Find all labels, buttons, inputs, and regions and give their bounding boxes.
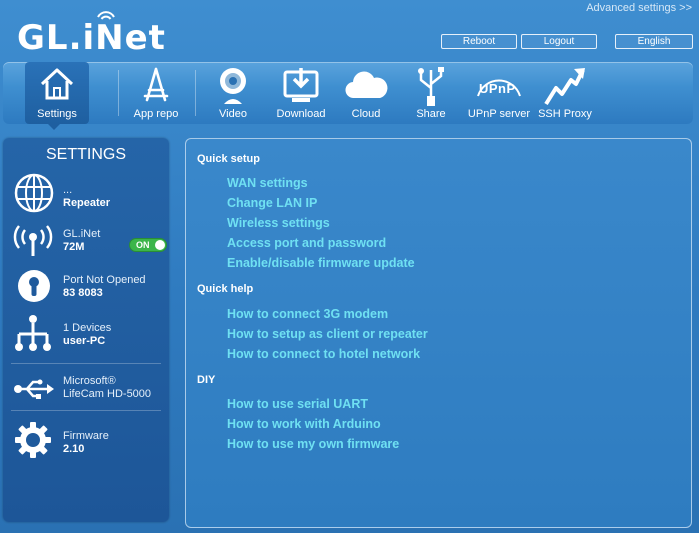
sidebar-item-wifi[interactable]: GL.iNet 72M ON — [3, 224, 169, 260]
device-name: user-PC — [63, 335, 106, 347]
network-devices-icon — [15, 315, 51, 351]
nav-upnp-server[interactable]: UPnP UPnP server — [465, 62, 533, 124]
toggle-knob — [155, 240, 165, 250]
sidebar-item-devices[interactable]: 1 Devices user-PC — [3, 314, 169, 352]
nav-cloud-label: Cloud — [351, 108, 381, 120]
usb-share-icon — [418, 67, 444, 106]
internet-status-line1: ... — [63, 184, 73, 196]
main-nav-bar: Settings App repo Video Download Cloud S… — [3, 62, 693, 124]
wifi-toggle-label: ON — [136, 240, 150, 250]
reboot-button[interactable]: Reboot — [441, 34, 517, 49]
wifi-speed: 72M — [63, 241, 85, 253]
main-content-panel: Quick setup WAN settings Change LAN IP W… — [185, 138, 692, 528]
nav-app-repo-label: App repo — [133, 108, 179, 120]
language-button[interactable]: English — [615, 34, 693, 49]
nav-video[interactable]: Video — [208, 62, 258, 124]
link-own-firmware[interactable]: How to use my own firmware — [227, 437, 399, 451]
link-client-repeater[interactable]: How to setup as client or repeater — [227, 327, 428, 341]
port-status: Port Not Opened — [63, 274, 146, 286]
nav-active-pointer — [48, 124, 60, 130]
link-serial-uart[interactable]: How to use serial UART — [227, 397, 368, 411]
cloud-icon — [345, 71, 388, 99]
usb-icon — [14, 379, 54, 399]
house-icon — [40, 68, 74, 100]
app-repo-icon — [143, 67, 169, 102]
nav-download[interactable]: Download — [271, 62, 331, 124]
link-connect-3g-modem[interactable]: How to connect 3G modem — [227, 307, 388, 321]
sidebar-item-internet[interactable]: ... Repeater — [3, 172, 169, 214]
nav-cloud[interactable]: Cloud — [341, 62, 391, 124]
link-access-port-password[interactable]: Access port and password — [227, 236, 386, 250]
ssh-proxy-icon — [544, 68, 585, 106]
nav-ssh-proxy[interactable]: SSH Proxy — [533, 62, 597, 124]
firmware-label: Firmware — [63, 430, 109, 442]
sidebar-divider — [11, 363, 161, 364]
logo-text: GL.iNet — [17, 18, 166, 58]
devices-count: 1 Devices — [63, 322, 112, 334]
wifi-ssid: GL.iNet — [63, 228, 101, 240]
nav-ssh-proxy-label: SSH Proxy — [538, 108, 592, 120]
advanced-settings-link[interactable]: Advanced settings >> — [586, 2, 692, 14]
nav-separator — [118, 70, 119, 116]
firmware-version: 2.10 — [63, 443, 85, 455]
wifi-antenna-icon — [13, 225, 53, 256]
upnp-icon: UPnP — [476, 70, 522, 98]
nav-settings-label: Settings — [37, 108, 77, 120]
nav-download-label: Download — [276, 108, 326, 120]
logo-wifi-icon — [97, 11, 115, 20]
logout-button[interactable]: Logout — [521, 34, 597, 49]
nav-video-label: Video — [219, 108, 247, 120]
link-wan-settings[interactable]: WAN settings — [227, 176, 308, 190]
link-arduino[interactable]: How to work with Arduino — [227, 417, 381, 431]
keyhole-icon — [18, 270, 50, 302]
usb-device-line1: Microsoft® — [63, 375, 116, 387]
nav-app-repo[interactable]: App repo — [128, 62, 184, 124]
gear-icon — [15, 422, 51, 458]
diy-title: DIY — [197, 374, 216, 386]
sidebar-item-usb[interactable]: Microsoft® LifeCam HD-5000 — [3, 372, 169, 406]
nav-upnp-server-label: UPnP server — [467, 108, 531, 120]
link-firmware-update[interactable]: Enable/disable firmware update — [227, 256, 415, 270]
sidebar-divider — [11, 410, 161, 411]
sidebar-item-firmware[interactable]: Firmware 2.10 — [3, 420, 169, 460]
port-numbers: 83 8083 — [63, 287, 103, 299]
sidebar-title: SETTINGS — [45, 146, 126, 163]
upnp-badge-text: UPnP — [479, 81, 516, 96]
quick-help-title: Quick help — [197, 283, 254, 295]
nav-settings[interactable]: Settings — [25, 62, 89, 124]
status-sidebar: SETTINGS ... Repeater GL.iNet 72M ON Por… — [3, 138, 169, 522]
download-icon — [283, 68, 319, 102]
link-hotel-network[interactable]: How to connect to hotel network — [227, 347, 420, 361]
nav-share[interactable]: Share — [408, 62, 454, 124]
sidebar-item-port[interactable]: Port Not Opened 83 8083 — [3, 268, 169, 304]
globe-icon — [14, 173, 54, 213]
internet-mode: Repeater — [63, 197, 111, 209]
webcam-icon — [220, 68, 246, 104]
usb-device-line2: LifeCam HD-5000 — [63, 388, 152, 400]
nav-share-label: Share — [416, 108, 446, 120]
quick-setup-title: Quick setup — [197, 153, 260, 165]
wifi-toggle[interactable]: ON — [129, 238, 167, 252]
link-wireless-settings[interactable]: Wireless settings — [227, 216, 330, 230]
nav-separator — [195, 70, 196, 116]
link-change-lan-ip[interactable]: Change LAN IP — [227, 196, 317, 210]
